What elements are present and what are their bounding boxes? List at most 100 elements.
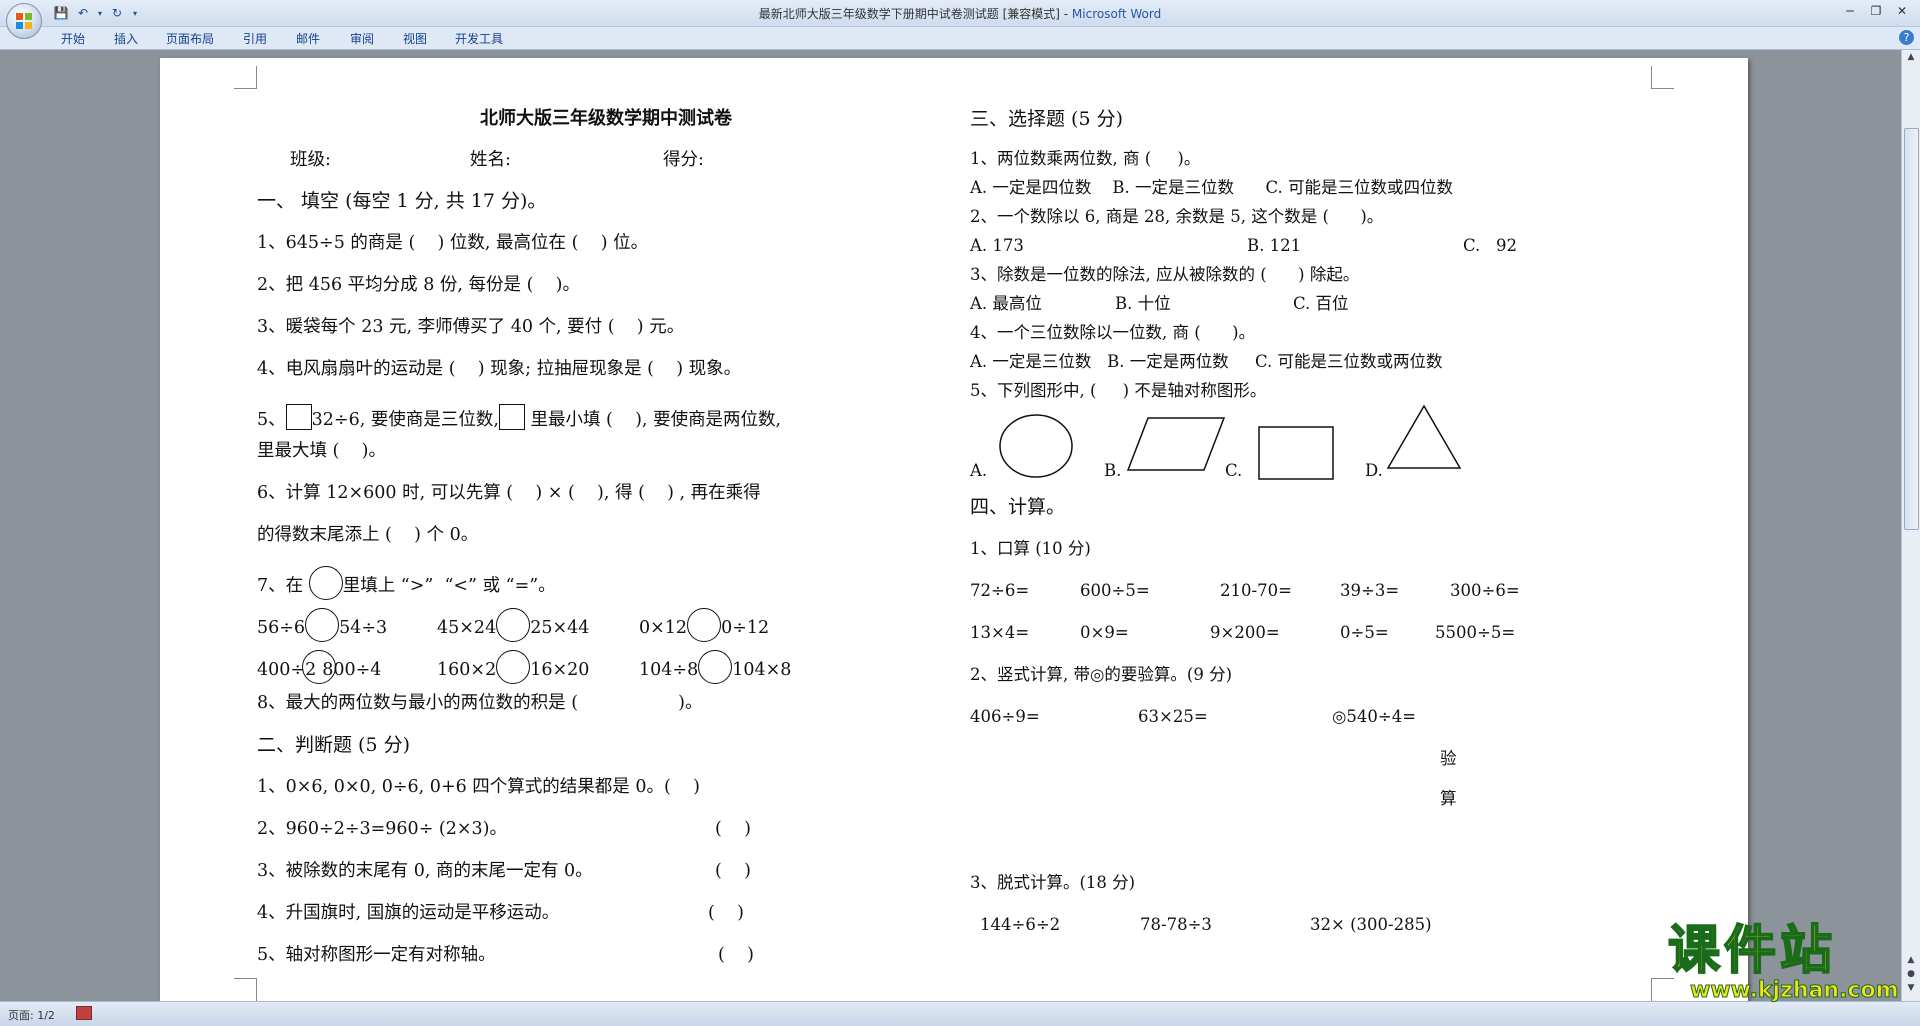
expr: 0÷12 — [721, 618, 770, 638]
paper-title: 北师大版三年级数学期中测试卷 — [480, 108, 732, 129]
oral-item: 72÷6= — [970, 581, 1030, 600]
sub-heading: 1、口算 (10 分) — [970, 539, 1091, 558]
window-title: 最新北师大版三年级数学下册期中试卷测试题 [兼容模式] - Microsoft … — [0, 5, 1920, 22]
page-counter[interactable]: 页面: 1/2 — [8, 1007, 55, 1023]
choice-3: 3、除数是一位数的除法, 应从被除数的 ( ) 除起。 — [970, 265, 1360, 284]
answer-paren: ( ) — [715, 861, 751, 881]
vertical-scrollbar[interactable]: ▲ ▲ ● ▼ — [1901, 50, 1920, 1001]
oral-item: 0÷5= — [1340, 623, 1389, 642]
choice-option: C. 92 — [1463, 236, 1518, 255]
question-6-cont: 的得数末尾添上 ( ) 个 0。 — [257, 525, 479, 545]
watermark-title: 课件站 — [1667, 921, 1837, 981]
parallelogram-shape — [1126, 417, 1226, 471]
select-browse-icon[interactable]: ● — [1905, 969, 1917, 983]
restore-icon[interactable]: ❐ — [1864, 2, 1888, 20]
oral-item: 0×9= — [1080, 623, 1129, 642]
question-6: 6、计算 12×600 时, 可以先算 ( ) × ( ), 得 ( ) , 再… — [257, 483, 761, 503]
compare-circle — [496, 608, 531, 642]
choice-1-options: A. 一定是四位数 B. 一定是三位数 C. 可能是三位数或四位数 — [970, 178, 1453, 197]
minimize-icon[interactable]: ─ — [1838, 2, 1862, 20]
choice-option: A. 173 — [970, 236, 1024, 255]
question-5-cont: 里最大填 ( )。 — [257, 441, 386, 461]
site-watermark: 课件站 www.kjzhan.com — [1667, 921, 1900, 1004]
q5-number: 5、 — [257, 410, 286, 430]
question-7: 7、在 里填上 “>” “<” 或 “=”。 — [257, 566, 556, 600]
answer-paren: ( ) — [715, 819, 751, 839]
expr: 104÷8 — [639, 660, 699, 680]
compare-row-1: 56÷6 54÷3 — [257, 608, 387, 642]
expr: 56÷6 — [257, 618, 306, 638]
choice-1: 1、两位数乘两位数, 商 ( )。 — [970, 149, 1201, 168]
compare-circle — [305, 608, 340, 642]
step-calc: 78-78÷3 — [1140, 915, 1212, 934]
oral-item: 300÷6= — [1450, 581, 1520, 600]
shape-label: C. — [1225, 461, 1243, 480]
expr: 16×20 — [530, 660, 590, 680]
judge-1: 1、0×6, 0×0, 0÷6, 0+6 四个算式的结果都是 0。( ) — [257, 777, 700, 797]
vertical-calc: 63×25= — [1138, 707, 1208, 726]
section-heading: 二、判断题 (5 分) — [257, 734, 410, 756]
question-4: 4、电风扇扇叶的运动是 ( ) 现象; 拉抽屉现象是 ( ) 现象。 — [257, 359, 742, 379]
choice-5: 5、下列图形中, ( ) 不是轴对称图形。 — [970, 381, 1267, 400]
crop-mark — [234, 978, 257, 1001]
circle-shape — [999, 414, 1073, 478]
compare-circle — [698, 650, 733, 684]
ribbon-tabs: 开始 插入 页面布局 引用 邮件 审阅 视图 开发工具 ? — [0, 27, 1920, 50]
question-1: 1、645÷5 的商是 ( ) 位数, 最高位在 ( ) 位。 — [257, 233, 649, 253]
q7-number: 7、在 — [257, 576, 309, 596]
office-button[interactable] — [6, 3, 42, 39]
answer-paren: ( ) — [708, 903, 744, 923]
judge-2: 2、960÷2÷3=960÷ (2×3)。 — [257, 819, 508, 839]
choice-option: A. 最高位 — [970, 294, 1042, 313]
choice-2: 2、一个数除以 6, 商是 28, 余数是 5, 这个数是 ( )。 — [970, 207, 1384, 226]
office-logo-icon — [16, 13, 32, 29]
triangle-shape — [1386, 404, 1462, 469]
tab-insert[interactable]: 插入 — [114, 30, 138, 47]
shape-label: D. — [1365, 461, 1383, 480]
app-name: Microsoft Word — [1071, 7, 1162, 21]
tab-mailings[interactable]: 邮件 — [296, 30, 320, 47]
help-icon[interactable]: ? — [1899, 30, 1914, 45]
compare-item: 0×12 0÷12 — [639, 608, 769, 642]
scrollbar-thumb[interactable] — [1904, 128, 1919, 530]
question-8: 8、最大的两位数与最小的两位数的积是 ( )。 — [257, 693, 703, 713]
compare-row-2: 400÷2 800÷4 — [257, 650, 381, 684]
tab-page-layout[interactable]: 页面布局 — [166, 30, 214, 47]
prev-page-icon[interactable]: ▲ — [1905, 955, 1917, 969]
judge-3: 3、被除数的末尾有 0, 商的末尾一定有 0。 — [257, 861, 593, 881]
check-label: 算 — [1440, 789, 1457, 808]
shape-label: A. — [970, 461, 988, 480]
watermark-url: www.kjzhan.com — [1690, 978, 1900, 1004]
sub-heading: 3、脱式计算。(18 分) — [970, 873, 1136, 892]
name-label: 姓名: — [470, 150, 511, 170]
tab-home[interactable]: 开始 — [61, 30, 85, 47]
expr: 104×8 — [732, 660, 792, 680]
choice-option: C. 百位 — [1293, 294, 1349, 313]
step-calc: 144÷6÷2 — [980, 915, 1061, 934]
proofing-icon[interactable] — [76, 1006, 92, 1020]
choice-option: B. 121 — [1247, 236, 1302, 255]
step-calc: 32× (300-285) — [1310, 915, 1432, 934]
scroll-up-icon[interactable]: ▲ — [1905, 52, 1917, 66]
crop-mark — [234, 66, 257, 89]
oral-item: 5500÷5= — [1435, 623, 1516, 642]
shape-label: B. — [1104, 461, 1122, 480]
check-label: 验 — [1440, 749, 1457, 768]
blank-box — [285, 404, 312, 430]
tab-references[interactable]: 引用 — [243, 30, 267, 47]
document-page[interactable]: 北师大版三年级数学期中测试卷 班级: 姓名: 得分: 一、 填空 (每空 1 分… — [160, 58, 1748, 1001]
oral-item: 9×200= — [1210, 623, 1280, 642]
choice-4-options: A. 一定是三位数 B. 一定是两位数 C. 可能是三位数或两位数 — [970, 352, 1443, 371]
compare-item: 45×24 25×44 — [437, 608, 589, 642]
tab-developer[interactable]: 开发工具 — [455, 30, 503, 47]
crop-mark — [1651, 66, 1674, 89]
status-bar: 页面: 1/2 — [0, 1001, 1920, 1026]
tab-review[interactable]: 审阅 — [350, 30, 374, 47]
section-heading: 三、选择题 (5 分) — [970, 108, 1123, 130]
close-icon[interactable]: ✕ — [1890, 2, 1914, 20]
judge-4: 4、升国旗时, 国旗的运动是平移运动。 — [257, 903, 560, 923]
vertical-calc: ◎540÷4= — [1332, 707, 1417, 726]
next-page-icon[interactable]: ▼ — [1905, 983, 1917, 997]
tab-view[interactable]: 视图 — [403, 30, 427, 47]
expr: 800÷4 — [322, 660, 382, 680]
